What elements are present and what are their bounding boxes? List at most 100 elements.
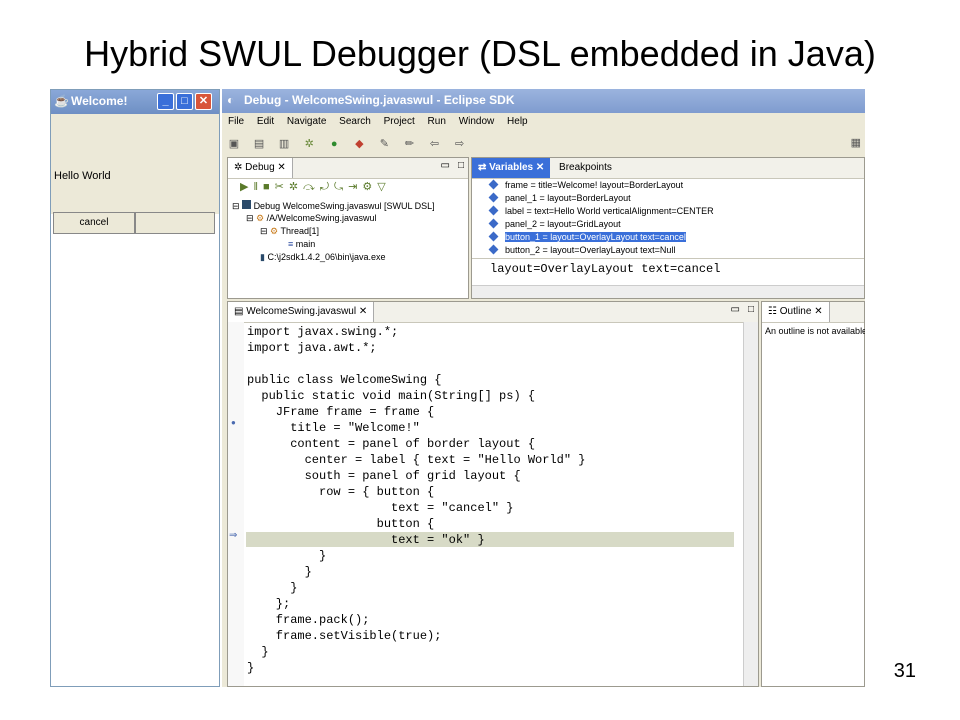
variable-row[interactable]: label = text=Hello World verticalAlignme… xyxy=(488,205,714,216)
variable-icon xyxy=(488,179,499,190)
code-line: row = { button { xyxy=(247,485,435,499)
code-line: }; xyxy=(247,597,291,611)
variable-text: panel_1 = layout=BorderLayout xyxy=(505,193,631,203)
code-line: center = label { text = "Hello World" } xyxy=(247,453,586,467)
cancel-button[interactable]: cancel xyxy=(53,212,135,234)
back-icon[interactable]: ⇦ xyxy=(427,136,443,152)
maximize-button[interactable]: □ xyxy=(176,93,193,110)
tree-target-label: /A/WelcomeSwing.javaswul xyxy=(266,213,377,223)
close-tab-icon[interactable]: ✕ xyxy=(536,162,544,173)
variables-hscrollbar[interactable] xyxy=(472,285,864,298)
menu-file[interactable]: File xyxy=(228,113,244,131)
tree-launch[interactable]: ⊟ Debug WelcomeSwing.javaswul [SWUL DSL] xyxy=(232,200,435,212)
debug-tabbar: ✲ Debug ✕ ▭ □ xyxy=(228,158,468,179)
editor-tabbar: ▤ WelcomeSwing.javaswul ✕ ▭ □ xyxy=(228,302,758,323)
variable-icon xyxy=(488,205,499,216)
menu-search[interactable]: Search xyxy=(339,113,371,131)
file-icon: ▤ xyxy=(234,306,244,317)
minimize-button[interactable]: _ xyxy=(157,93,174,110)
eclipse-window: ◐ Debug - WelcomeSwing.javaswul - Eclips… xyxy=(222,89,865,687)
menu-edit[interactable]: Edit xyxy=(257,113,274,131)
code-line: south = panel of grid layout { xyxy=(247,469,521,483)
new-icon[interactable]: ▣ xyxy=(226,136,242,152)
menu-navigate[interactable]: Navigate xyxy=(287,113,326,131)
external-tools-icon[interactable]: ◆ xyxy=(351,136,367,152)
tab-variables[interactable]: ⇄ Variables ✕ xyxy=(472,158,551,178)
code-line: } xyxy=(247,661,255,675)
tree-launch-label: Debug WelcomeSwing.javaswul [SWUL DSL] xyxy=(253,201,435,211)
menu-project[interactable]: Project xyxy=(384,113,415,131)
save-icon[interactable]: ▤ xyxy=(251,136,267,152)
print-icon[interactable]: ▥ xyxy=(276,136,292,152)
toolbar: ▣ ▤ ▥ ✲ ● ◆ ✎ ✏ ⇦ ⇨ ▦ xyxy=(222,133,865,155)
outline-icon: ☷ xyxy=(768,306,777,317)
debug-icon[interactable]: ✲ xyxy=(301,136,317,152)
code-line: content = panel of border layout { xyxy=(247,437,536,451)
welcome-titlebar: ☕ Welcome! _ □ ✕ xyxy=(51,90,219,114)
tree-process-label: C:\j2sdk1.4.2_06\bin\java.exe xyxy=(267,252,386,262)
code-line: } xyxy=(247,549,327,563)
tree-thread[interactable]: ⊟ ⚙ Thread[1] xyxy=(260,226,319,237)
tree-frame[interactable]: ≡ main xyxy=(288,239,315,249)
tab-debug[interactable]: ✲ Debug ✕ xyxy=(228,158,293,178)
code-line: frame.pack(); xyxy=(247,613,370,627)
debug-toolbar: ▶‖■✂✲⤼⤾⤿⇥⚙▽ xyxy=(240,181,391,193)
ok-button[interactable] xyxy=(135,212,215,234)
eclipse-title: Debug - WelcomeSwing.javaswul - Eclipse … xyxy=(244,93,515,107)
variables-icon: ⇄ xyxy=(478,162,487,173)
tab-breakpoints[interactable]: Breakpoints xyxy=(553,158,618,178)
close-button[interactable]: ✕ xyxy=(195,93,212,110)
maximize-view-icon[interactable]: □ xyxy=(458,160,464,171)
slide-title: Hybrid SWUL Debugger (DSL embedded in Ja… xyxy=(84,33,876,74)
code-line: frame.setVisible(true); xyxy=(247,629,442,643)
variable-text: button_2 = layout=OverlayLayout text=Nul… xyxy=(505,245,676,255)
editor-vscrollbar[interactable] xyxy=(743,322,758,686)
perspective-icon[interactable]: ▦ xyxy=(851,136,861,149)
welcome-window: ☕ Welcome! _ □ ✕ Hello World cancel xyxy=(50,89,220,687)
code-line: import javax.swing.*; xyxy=(247,325,399,339)
code-editor[interactable]: import javax.swing.*; import java.awt.*;… xyxy=(228,322,736,686)
variable-row[interactable]: panel_2 = layout=GridLayout xyxy=(488,218,621,229)
code-line: title = "Welcome!" xyxy=(247,421,420,435)
code-line: import java.awt.*; xyxy=(247,341,377,355)
search-icon[interactable]: ✏ xyxy=(401,136,417,152)
details-divider xyxy=(472,258,864,259)
tab-outline[interactable]: ☷ Outline ✕ xyxy=(762,302,830,322)
welcome-title: Welcome! xyxy=(71,94,128,108)
tree-process[interactable]: ▮ C:\j2sdk1.4.2_06\bin\java.exe xyxy=(260,252,386,263)
menu-help[interactable]: Help xyxy=(507,113,528,131)
variable-text: frame = title=Welcome! layout=BorderLayo… xyxy=(505,180,684,190)
eclipse-icon: ◐ xyxy=(227,93,235,107)
menu-run[interactable]: Run xyxy=(428,113,446,131)
variable-row[interactable]: button_2 = layout=OverlayLayout text=Nul… xyxy=(488,244,676,255)
open-type-icon[interactable]: ✎ xyxy=(376,136,392,152)
outline-tabbar: ☷ Outline ✕ xyxy=(762,302,864,323)
variable-icon xyxy=(488,231,499,242)
tab-editor[interactable]: ▤ WelcomeSwing.javaswul ✕ xyxy=(228,302,375,322)
variable-detail: layout=OverlayLayout text=cancel xyxy=(490,262,721,276)
hello-world-label: Hello World xyxy=(54,170,111,182)
forward-icon[interactable]: ⇨ xyxy=(452,136,468,152)
code-line: } xyxy=(247,645,269,659)
bug-icon: ✲ xyxy=(234,162,243,173)
variable-row[interactable]: panel_1 = layout=BorderLayout xyxy=(488,192,631,203)
variables-tabbar: ⇄ Variables ✕ Breakpoints xyxy=(472,158,864,179)
maximize-view-icon[interactable]: □ xyxy=(748,304,754,315)
minimize-view-icon[interactable]: ▭ xyxy=(441,160,450,171)
variable-icon xyxy=(488,218,499,229)
variable-row[interactable]: frame = title=Welcome! layout=BorderLayo… xyxy=(488,179,684,190)
welcome-content: Hello World cancel xyxy=(51,114,219,234)
code-line: JFrame frame = frame { xyxy=(247,405,435,419)
menu-window[interactable]: Window xyxy=(459,113,495,131)
minimize-view-icon[interactable]: ▭ xyxy=(731,304,740,315)
code-line: public static void main(String[] ps) { xyxy=(247,389,536,403)
variable-icon xyxy=(488,244,499,255)
tab-editor-label: WelcomeSwing.javaswul xyxy=(246,306,357,317)
variable-text: label = text=Hello World verticalAlignme… xyxy=(505,206,714,216)
debug-view: ✲ Debug ✕ ▭ □ ▶‖■✂✲⤼⤾⤿⇥⚙▽ ⊟ Debug Welcom… xyxy=(227,157,469,299)
code-line: public class WelcomeSwing { xyxy=(247,373,442,387)
tab-outline-label: Outline xyxy=(779,306,812,317)
run-icon[interactable]: ● xyxy=(326,136,342,152)
tree-target[interactable]: ⊟ ⚙ /A/WelcomeSwing.javaswul xyxy=(246,213,377,224)
variable-row-selected[interactable]: button_1 = layout=OverlayLayout text=can… xyxy=(488,231,686,242)
